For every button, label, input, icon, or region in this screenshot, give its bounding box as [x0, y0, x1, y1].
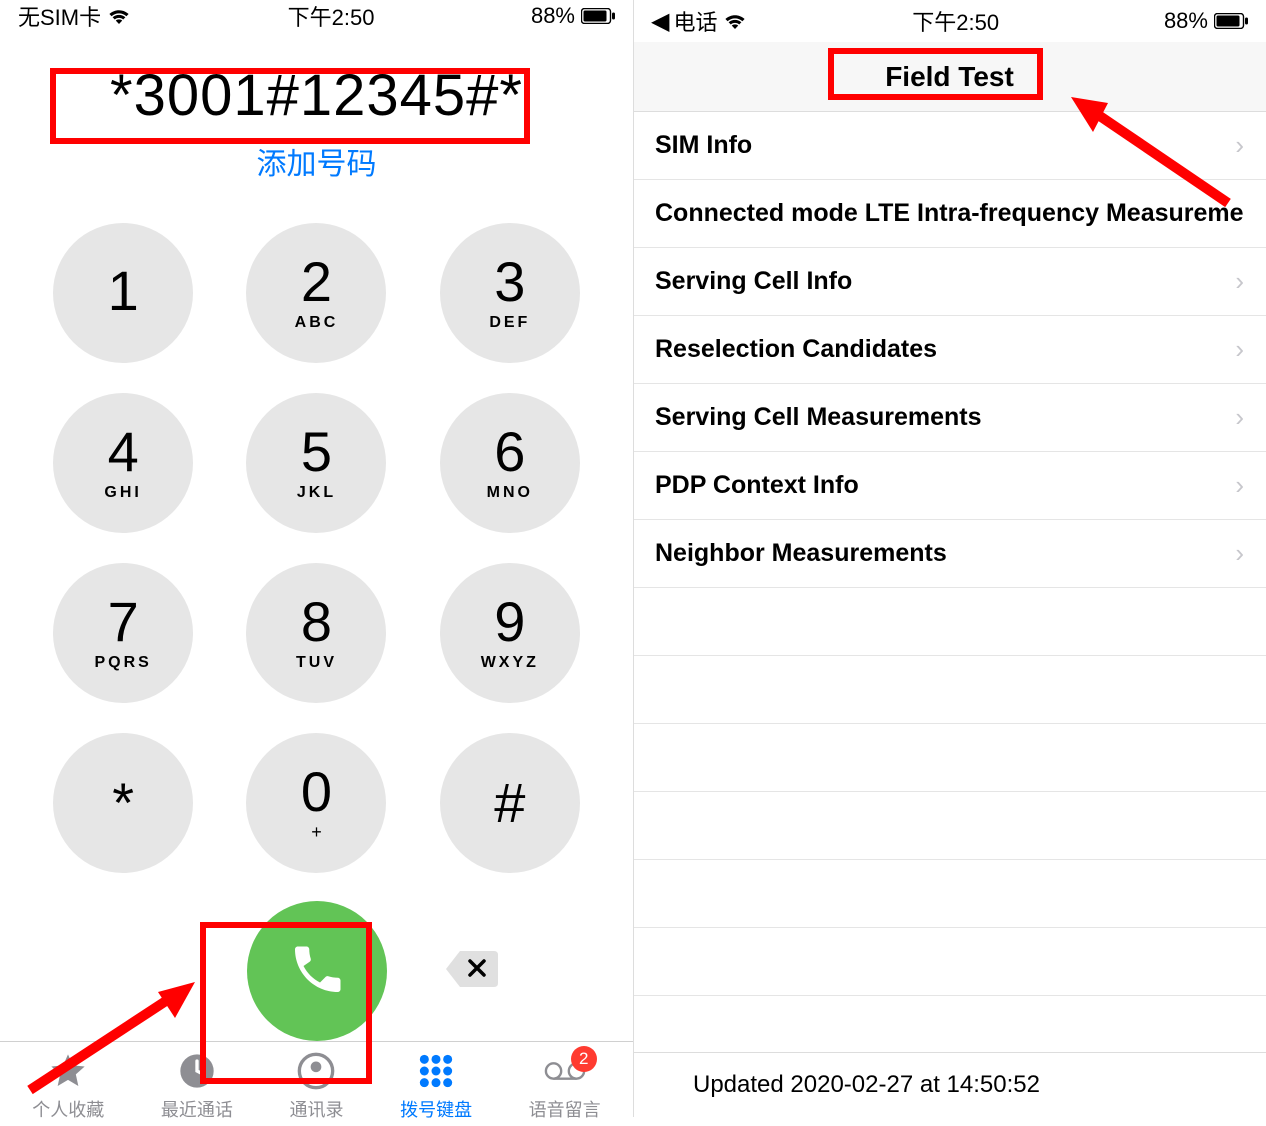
tab-recents[interactable]: 最近通话: [161, 1050, 233, 1122]
wifi-icon: [107, 7, 131, 25]
row-empty: [633, 928, 1266, 996]
chevron-right-icon: ›: [1235, 402, 1244, 433]
row-serving-cell-meas[interactable]: Serving Cell Measurements›: [633, 384, 1266, 452]
clock-label: 下午2:50: [288, 0, 375, 32]
chevron-right-icon: ›: [1235, 334, 1244, 365]
chevron-right-icon: ›: [1235, 266, 1244, 297]
carrier-label: 无SIM卡: [18, 0, 101, 32]
row-empty: [633, 724, 1266, 792]
key-1[interactable]: 1: [53, 223, 193, 363]
keypad: 1 2ABC 3DEF 4GHI 5JKL 6MNO 7PQRS 8TUV 9W…: [47, 223, 587, 873]
tab-voicemail[interactable]: 语音留言 2: [529, 1050, 601, 1122]
row-empty: [633, 656, 1266, 724]
tab-label: 语音留言: [529, 1096, 601, 1122]
key-8[interactable]: 8TUV: [246, 563, 386, 703]
row-sim-info[interactable]: SIM Info›: [633, 112, 1266, 180]
chevron-right-icon: ›: [1235, 470, 1244, 501]
key-5[interactable]: 5JKL: [246, 393, 386, 533]
key-7[interactable]: 7PQRS: [53, 563, 193, 703]
vertical-divider: [633, 0, 634, 1117]
row-empty: [633, 588, 1266, 656]
tab-keypad[interactable]: 拨号键盘: [400, 1050, 472, 1122]
field-test-screen: ◀ 电话 下午2:50 88% Field Test SIM Info› Con…: [633, 0, 1266, 1117]
key-hash[interactable]: #: [440, 733, 580, 873]
clock-label: 下午2:50: [912, 5, 999, 37]
backspace-button[interactable]: [437, 946, 507, 996]
key-4[interactable]: 4GHI: [53, 393, 193, 533]
phone-icon: [287, 939, 347, 1004]
battery-icon: [581, 8, 615, 24]
dialer-screen: 无SIM卡 下午2:50 88% *3001#12345#* 添加号码 1 2A…: [0, 0, 633, 1117]
contact-icon: [295, 1050, 337, 1092]
backspace-icon: [442, 947, 502, 996]
tab-label: 拨号键盘: [400, 1096, 472, 1122]
key-3[interactable]: 3DEF: [440, 223, 580, 363]
field-test-list: SIM Info› Connected mode LTE Intra-frequ…: [633, 112, 1266, 996]
row-neighbor-meas[interactable]: Neighbor Measurements›: [633, 520, 1266, 588]
back-chevron-icon[interactable]: ◀: [651, 7, 669, 36]
voicemail-badge: 2: [571, 1046, 597, 1072]
updated-footer: Updated 2020-02-27 at 14:50:52: [633, 1052, 1266, 1117]
key-0[interactable]: 0+: [246, 733, 386, 873]
tab-label: 通讯录: [289, 1096, 343, 1122]
row-empty: [633, 860, 1266, 928]
row-empty: [633, 792, 1266, 860]
key-6[interactable]: 6MNO: [440, 393, 580, 533]
page-title: Field Test: [867, 55, 1032, 99]
nav-header: Field Test: [633, 42, 1266, 112]
call-button[interactable]: [247, 901, 387, 1041]
keypad-icon: [415, 1050, 457, 1092]
key-star[interactable]: *: [53, 733, 193, 873]
tab-label: 个人收藏: [32, 1096, 104, 1122]
star-icon: [47, 1050, 89, 1092]
carrier-label: 电话: [673, 5, 717, 37]
status-bar: 无SIM卡 下午2:50 88%: [0, 0, 633, 32]
row-serving-cell-info[interactable]: Serving Cell Info›: [633, 248, 1266, 316]
tab-contacts[interactable]: 通讯录: [289, 1050, 343, 1122]
battery-percent: 88%: [531, 3, 575, 29]
battery-icon: [1214, 13, 1248, 29]
row-reselection[interactable]: Reselection Candidates›: [633, 316, 1266, 384]
clock-icon: [176, 1050, 218, 1092]
row-connected-lte[interactable]: Connected mode LTE Intra-frequency Measu…: [633, 180, 1266, 248]
status-bar: ◀ 电话 下午2:50 88%: [633, 0, 1266, 42]
add-number-link[interactable]: 添加号码: [0, 139, 633, 183]
row-pdp-context[interactable]: PDP Context Info›: [633, 452, 1266, 520]
key-2[interactable]: 2ABC: [246, 223, 386, 363]
chevron-right-icon: ›: [1235, 130, 1244, 161]
tab-bar: 个人收藏 最近通话 通讯录 拨号键盘 语音留言 2: [0, 1041, 633, 1126]
tab-favorites[interactable]: 个人收藏: [32, 1050, 104, 1122]
chevron-right-icon: ›: [1235, 538, 1244, 569]
dialed-number: *3001#12345#*: [102, 62, 531, 129]
tab-label: 最近通话: [161, 1096, 233, 1122]
battery-percent: 88%: [1164, 8, 1208, 34]
key-9[interactable]: 9WXYZ: [440, 563, 580, 703]
wifi-icon: [723, 12, 747, 30]
